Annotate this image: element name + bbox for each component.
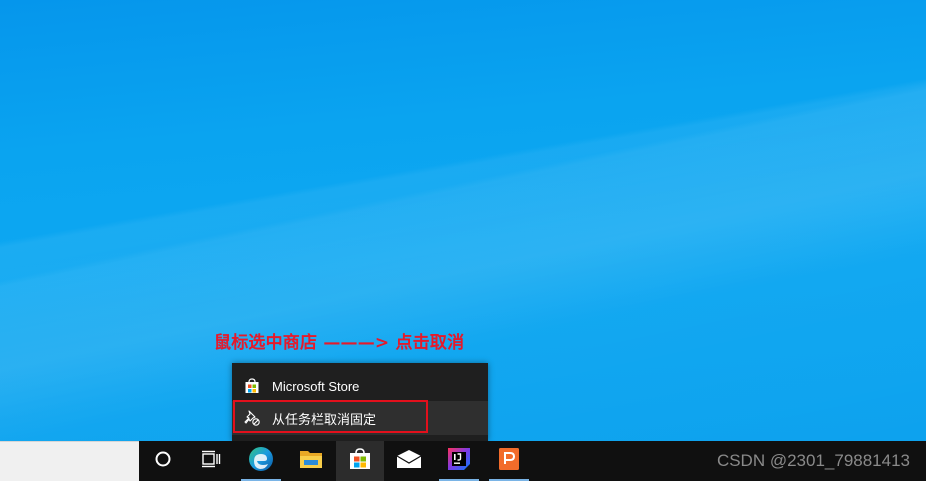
intellij-idea-icon [446,446,472,476]
taskbar-task-view-button[interactable] [187,441,235,481]
file-explorer-icon [299,448,323,474]
task-view-icon [201,450,221,472]
taskbar-file-explorer-button[interactable] [287,441,335,481]
taskbar-powerpoint-button[interactable] [485,441,533,481]
edge-icon [248,446,274,476]
taskbar-mail-button[interactable] [385,441,433,481]
taskbar-store-button[interactable] [336,441,384,481]
store-icon [232,369,272,403]
csdn-watermark: CSDN @2301_79881413 [716,451,910,470]
taskbar-cortana-button[interactable] [139,441,187,481]
cortana-icon [154,450,172,472]
powerpoint-icon [498,447,520,475]
taskbar-intellij-button[interactable] [435,441,483,481]
taskbar-search-area[interactable] [0,441,139,481]
menu-item-microsoft-store[interactable]: Microsoft Store [232,369,488,403]
annotation-highlight-box [233,400,428,433]
menu-item-label: Microsoft Store [272,378,360,394]
annotation-text: 鼠标选中商店 ———> 点击取消 [214,333,465,353]
store-icon [348,447,372,475]
taskbar-edge-button[interactable] [237,441,285,481]
mail-icon [396,449,422,473]
